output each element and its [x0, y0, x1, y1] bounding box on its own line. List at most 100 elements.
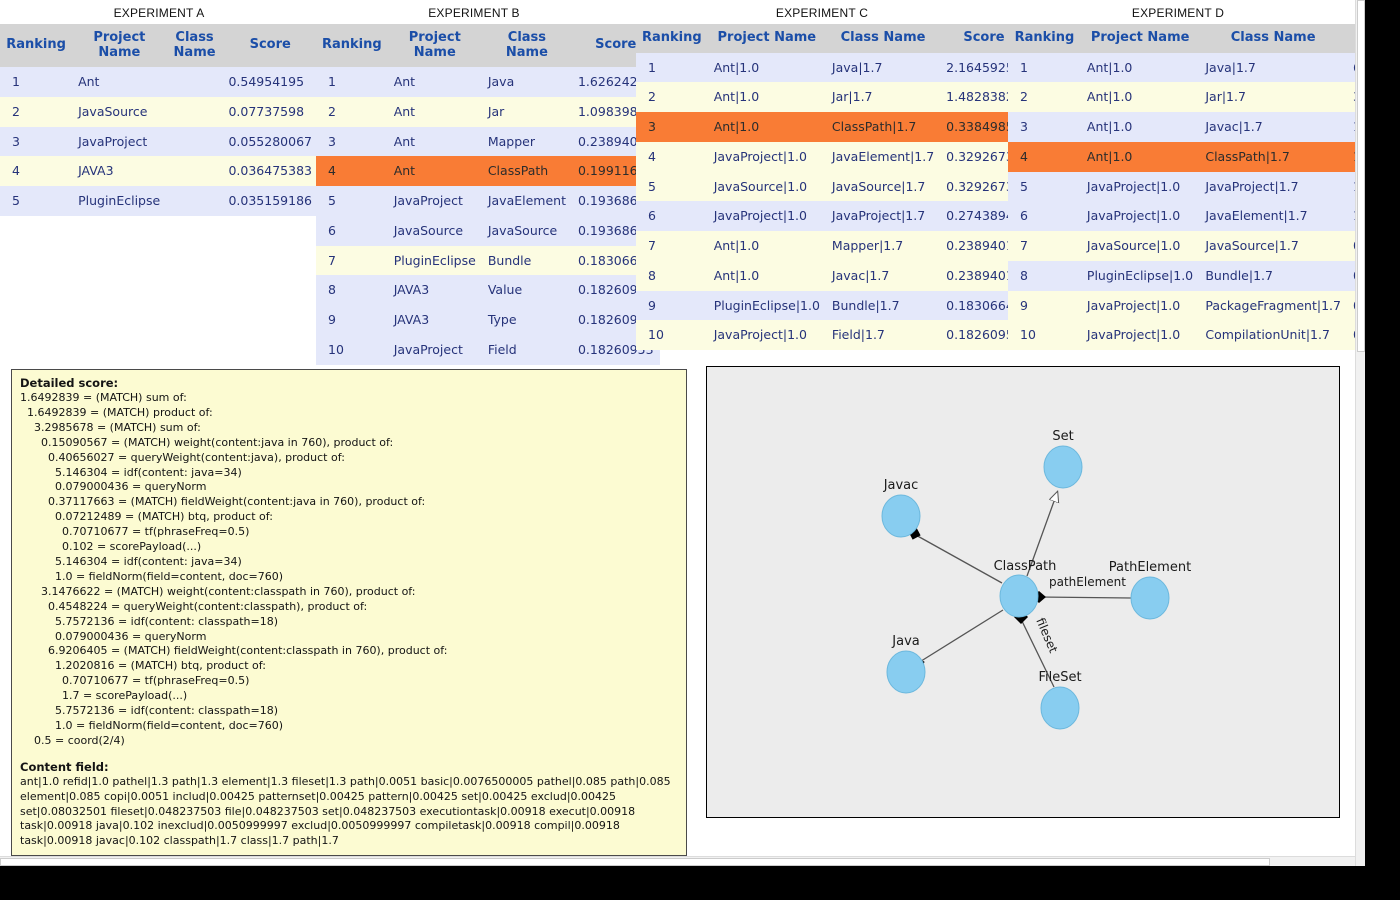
node-java[interactable]	[886, 650, 926, 694]
table-header-row: Ranking Project Name Class Name Score	[0, 24, 318, 68]
table-row-highlighted[interactable]: 4 Ant|1.0 ClassPath|1.7 1.6492	[1008, 141, 1365, 172]
table-row[interactable]: 6 JavaSource JavaSource 0.19368665	[316, 215, 660, 246]
cell-class: Bundle	[481, 245, 572, 276]
table-row[interactable]: 10 JavaProject|1.0 CompilationUnit|1.7 0…	[1008, 320, 1365, 351]
cell-class: Field|1.7	[825, 320, 941, 351]
cell-score: 0.07737598	[222, 96, 318, 127]
cell-ranking: 3	[1008, 112, 1081, 142]
table-row[interactable]: 5 JavaProject JavaElement 0.19368665	[316, 186, 660, 216]
column-header-project-name[interactable]: Project Name	[72, 24, 167, 68]
table-row[interactable]: 3 Ant|1.0 Javac|1.7 1.9684	[1008, 112, 1365, 142]
cell-project: Ant|1.0	[1080, 141, 1200, 172]
cell-ranking: 1	[636, 52, 708, 83]
table-row[interactable]: 10 JavaProject Field 0.18260953	[316, 334, 660, 365]
table-row[interactable]: 2 JavaSource 0.07737598	[0, 96, 318, 127]
table-row[interactable]: 7 Ant|1.0 Mapper|1.7 0.23894015	[636, 231, 1028, 261]
cell-class: JavaSource|1.7	[1199, 231, 1347, 261]
table-row[interactable]: 1 Ant|1.0 Java|1.7 2.1645925	[636, 52, 1028, 83]
table-row[interactable]: 2 Ant Jar 1.0983986	[316, 96, 660, 127]
cell-class	[166, 96, 223, 127]
column-header-class-name[interactable]: Class Name	[481, 24, 572, 68]
node-set[interactable]	[1043, 445, 1083, 489]
table-row[interactable]: 9 JAVA3 Type 0.18260953	[316, 305, 660, 335]
table-row[interactable]: 8 JAVA3 Value 0.18260953	[316, 275, 660, 306]
table-row[interactable]: 3 Ant Mapper 0.23894015	[316, 126, 660, 157]
cell-ranking: 5	[316, 186, 388, 216]
edge-javac-classpath[interactable]	[913, 533, 1003, 584]
column-header-ranking[interactable]: Ranking	[636, 24, 708, 53]
table-row[interactable]: 2 Ant|1.0 Jar|1.7 3.7932	[1008, 82, 1365, 113]
experiment-title-c: EXPERIMENT C	[775, 6, 869, 20]
cell-ranking: 1	[1008, 52, 1081, 83]
cell-project: JavaProject|1.0	[707, 141, 826, 172]
graph-edge-labels: pathElement fileset	[1033, 575, 1126, 655]
cell-ranking: 7	[1008, 231, 1081, 261]
table-row[interactable]: 1 Ant 0.54954195	[0, 67, 318, 97]
node-label-java: Java	[891, 634, 919, 649]
column-header-ranking[interactable]: Ranking	[316, 24, 388, 68]
edge-classpath-pathelement[interactable]	[1037, 596, 1132, 599]
cell-class	[166, 186, 223, 216]
score-explanation-text: 1.6492839 = (MATCH) sum of: 1.6492839 = …	[20, 391, 448, 747]
table-row[interactable]: 9 PluginEclipse|1.0 Bundle|1.7 0.1830664…	[636, 290, 1028, 321]
class-relationship-graph-panel[interactable]: Set Javac ClassPath PathElement Java Fil…	[706, 366, 1340, 818]
node-classpath[interactable]	[999, 574, 1039, 618]
ranking-table-d: Ranking Project Name Class Name Score 1 …	[1008, 24, 1365, 351]
column-header-class-name[interactable]: Class Name	[1199, 24, 1347, 53]
cell-ranking: 10	[636, 320, 708, 351]
table-row[interactable]: 6 JavaProject|1.0 JavaElement|1.7 1.0890	[1008, 201, 1365, 232]
cell-ranking: 5	[1008, 171, 1081, 202]
table-row[interactable]: 5 PluginEclipse 0.035159186	[0, 186, 318, 216]
table-row[interactable]: 1 Ant|1.0 Java|1.7 6.9395	[1008, 52, 1365, 83]
column-header-project-name[interactable]: Project Name	[387, 24, 482, 68]
detailed-score-panel: Detailed score: 1.6492839 = (MATCH) sum …	[11, 369, 687, 856]
table-row[interactable]: 8 Ant|1.0 Javac|1.7 0.23894015	[636, 260, 1028, 291]
column-header-class-name[interactable]: Class Name	[166, 24, 223, 68]
node-pathelement[interactable]	[1130, 576, 1170, 620]
column-header-ranking[interactable]: Ranking	[0, 24, 73, 68]
cell-class: Java|1.7	[1199, 52, 1347, 83]
node-javac[interactable]	[881, 494, 921, 538]
table-row[interactable]: 6 JavaProject|1.0 JavaProject|1.7 0.2743…	[636, 201, 1028, 232]
experiment-block-a: EXPERIMENT A Ranking Project Name Class Na…	[0, 0, 318, 216]
cell-project: Ant|1.0	[707, 82, 826, 113]
column-header-project-name[interactable]: Project Name	[707, 24, 826, 53]
cell-project: Ant	[387, 67, 482, 97]
node-label-fileset: FileSet	[1038, 670, 1081, 685]
column-header-ranking[interactable]: Ranking	[1008, 24, 1081, 53]
table-row[interactable]: 4 JavaProject|1.0 JavaElement|1.7 0.3292…	[636, 141, 1028, 172]
table-row[interactable]: 4 JAVA3 0.036475383	[0, 156, 318, 187]
cell-score: 0.54954195	[222, 67, 318, 97]
cell-class: Type	[481, 305, 572, 335]
table-row[interactable]: 7 JavaSource|1.0 JavaSource|1.7 0.8892	[1008, 231, 1365, 261]
table-row-highlighted[interactable]: 3 Ant|1.0 ClassPath|1.7 0.33849853	[636, 112, 1028, 142]
table-row[interactable]: 8 PluginEclipse|1.0 Bundle|1.7 0.7024	[1008, 260, 1365, 291]
column-header-score[interactable]: Score	[222, 24, 318, 68]
table-row-highlighted[interactable]: 4 Ant ClassPath 0.19911678	[316, 156, 660, 187]
cell-project: JavaSource|1.0	[1080, 231, 1200, 261]
cell-project: JavaProject	[387, 186, 482, 216]
cell-class: Jar	[481, 96, 572, 127]
table-row[interactable]: 5 JavaProject|1.0 JavaProject|1.7 1.0890	[1008, 171, 1365, 202]
table-row[interactable]: 1 Ant Java 1.6262423	[316, 67, 660, 97]
cell-project: Ant|1.0	[1080, 112, 1200, 142]
table-row[interactable]: 2 Ant|1.0 Jar|1.7 1.4828382	[636, 82, 1028, 113]
node-fileset[interactable]	[1040, 686, 1080, 730]
page-viewport: EXPERIMENT A Ranking Project Name Class Na…	[0, 0, 1365, 866]
horizontal-scrollbar[interactable]	[0, 856, 1355, 866]
cell-ranking: 9	[1008, 290, 1081, 321]
vertical-scrollbar[interactable]	[1355, 0, 1365, 866]
cell-project: JavaProject|1.0	[707, 320, 826, 351]
table-row[interactable]: 5 JavaSource|1.0 JavaSource|1.7 0.329267…	[636, 171, 1028, 202]
table-row[interactable]: 3 JavaProject 0.055280067	[0, 126, 318, 157]
horizontal-scrollbar-thumb[interactable]	[0, 858, 1270, 866]
table-row[interactable]: 9 JavaProject|1.0 PackageFragment|1.7 0.…	[1008, 290, 1365, 321]
graph-canvas[interactable]: Set Javac ClassPath PathElement Java Fil…	[707, 367, 1339, 817]
column-header-class-name[interactable]: Class Name	[825, 24, 941, 53]
table-row[interactable]: 10 JavaProject|1.0 Field|1.7 0.18260953	[636, 320, 1028, 351]
vertical-scrollbar-thumb[interactable]	[1357, 0, 1365, 352]
table-row[interactable]: 7 PluginEclipse Bundle 0.18306643	[316, 245, 660, 276]
column-header-project-name[interactable]: Project Name	[1080, 24, 1200, 53]
cell-class: Bundle|1.7	[1199, 260, 1347, 291]
edge-java-classpath[interactable]	[917, 609, 1004, 664]
